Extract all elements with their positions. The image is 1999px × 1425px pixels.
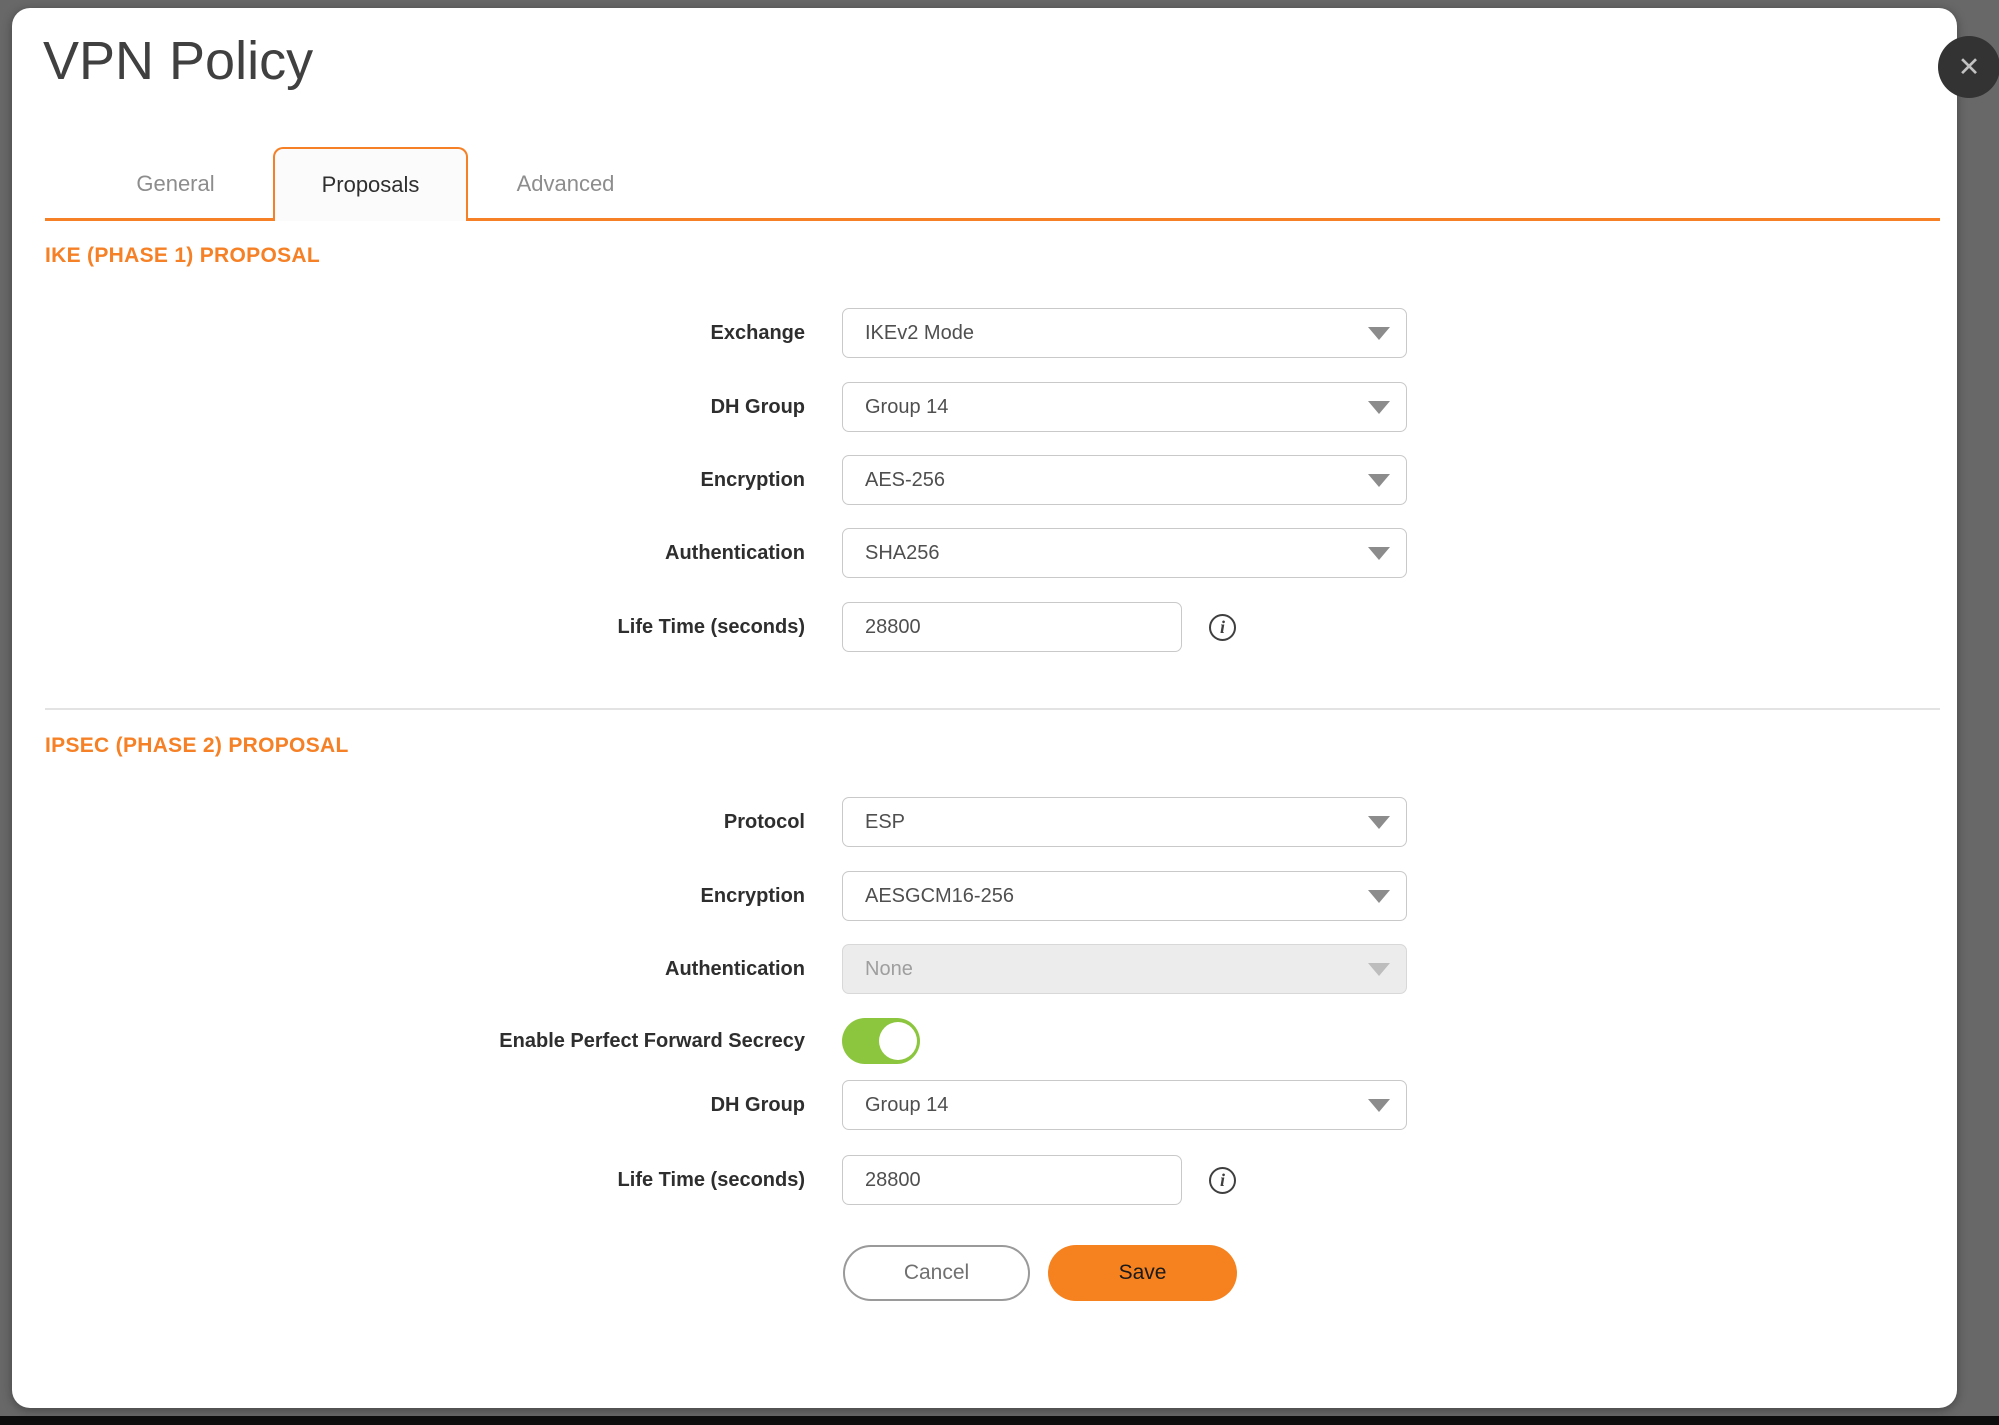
tab-advanced[interactable]: Advanced — [468, 147, 663, 221]
info-icon[interactable]: i — [1209, 1167, 1236, 1194]
tab-general[interactable]: General — [78, 147, 273, 221]
page-title: VPN Policy — [43, 30, 313, 92]
info-icon[interactable]: i — [1209, 614, 1236, 641]
ike-life-time-input[interactable]: 28800 — [842, 602, 1182, 652]
chevron-down-icon — [1368, 1099, 1390, 1112]
ike-life-time-label: Life Time (seconds) — [12, 616, 805, 639]
ike-life-time-row: Life Time (seconds) 28800 i — [12, 601, 1957, 653]
exchange-dropdown[interactable]: IKEv2 Mode — [842, 308, 1407, 358]
ipsec-encryption-label: Encryption — [12, 885, 805, 908]
ike-authentication-label: Authentication — [12, 542, 805, 565]
page-background: { "dialog": { "title": "VPN Policy" }, "… — [0, 0, 1999, 1425]
protocol-dropdown[interactable]: ESP — [842, 797, 1407, 847]
pfs-toggle-on[interactable] — [842, 1018, 920, 1064]
pfs-row: Enable Perfect Forward Secrecy — [12, 1015, 1957, 1067]
cancel-button[interactable]: Cancel — [843, 1245, 1030, 1301]
ike-authentication-value: SHA256 — [865, 542, 940, 565]
ike-encryption-value: AES-256 — [865, 469, 945, 492]
chevron-down-icon — [1368, 963, 1390, 976]
save-button[interactable]: Save — [1048, 1245, 1237, 1301]
ipsec-authentication-value: None — [865, 958, 913, 981]
protocol-label: Protocol — [12, 811, 805, 834]
exchange-value: IKEv2 Mode — [865, 322, 974, 345]
ike-encryption-row: Encryption AES-256 — [12, 454, 1957, 506]
ike-dh-group-row: DH Group Group 14 — [12, 381, 1957, 433]
chevron-down-icon — [1368, 547, 1390, 560]
ipsec-authentication-row: Authentication None — [12, 943, 1957, 995]
exchange-label: Exchange — [12, 322, 805, 345]
desktop-bottom-edge — [0, 1416, 1999, 1425]
chevron-down-icon — [1368, 474, 1390, 487]
ipsec-life-time-row: Life Time (seconds) 28800 i — [12, 1154, 1957, 1206]
ike-life-time-value: 28800 — [865, 616, 921, 639]
ipsec-dh-group-row: DH Group Group 14 — [12, 1079, 1957, 1131]
ipsec-authentication-label: Authentication — [12, 958, 805, 981]
ike-authentication-dropdown[interactable]: SHA256 — [842, 528, 1407, 578]
ike-encryption-dropdown[interactable]: AES-256 — [842, 455, 1407, 505]
ike-encryption-label: Encryption — [12, 469, 805, 492]
close-icon[interactable]: ✕ — [1938, 36, 1999, 98]
ipsec-encryption-row: Encryption AESGCM16-256 — [12, 870, 1957, 922]
ike-authentication-row: Authentication SHA256 — [12, 527, 1957, 579]
ipsec-authentication-dropdown-disabled: None — [842, 944, 1407, 994]
chevron-down-icon — [1368, 890, 1390, 903]
ipsec-life-time-value: 28800 — [865, 1169, 921, 1192]
protocol-row: Protocol ESP — [12, 796, 1957, 848]
exchange-row: Exchange IKEv2 Mode — [12, 307, 1957, 359]
chevron-down-icon — [1368, 816, 1390, 829]
ike-dh-group-value: Group 14 — [865, 396, 948, 419]
ipsec-encryption-value: AESGCM16-256 — [865, 885, 1014, 908]
chevron-down-icon — [1368, 401, 1390, 414]
ipsec-life-time-input[interactable]: 28800 — [842, 1155, 1182, 1205]
chevron-down-icon — [1368, 327, 1390, 340]
ipsec-phase2-heading: IPSEC (PHASE 2) PROPOSAL — [45, 734, 349, 758]
ike-dh-group-label: DH Group — [12, 396, 805, 419]
pfs-label: Enable Perfect Forward Secrecy — [12, 1030, 805, 1053]
ike-phase1-heading: IKE (PHASE 1) PROPOSAL — [45, 244, 320, 268]
ike-dh-group-dropdown[interactable]: Group 14 — [842, 382, 1407, 432]
ipsec-dh-group-dropdown[interactable]: Group 14 — [842, 1080, 1407, 1130]
tab-bar: General Proposals Advanced — [78, 147, 663, 221]
footer-buttons: Cancel Save — [843, 1245, 1237, 1301]
tab-proposals[interactable]: Proposals — [273, 147, 468, 221]
ipsec-dh-group-value: Group 14 — [865, 1094, 948, 1117]
protocol-value: ESP — [865, 811, 905, 834]
toggle-knob — [879, 1022, 917, 1060]
vpn-policy-dialog: VPN Policy General Proposals Advanced IK… — [12, 8, 1957, 1408]
ipsec-encryption-dropdown[interactable]: AESGCM16-256 — [842, 871, 1407, 921]
section-divider — [45, 708, 1940, 710]
ipsec-dh-group-label: DH Group — [12, 1094, 805, 1117]
ipsec-life-time-label: Life Time (seconds) — [12, 1169, 805, 1192]
